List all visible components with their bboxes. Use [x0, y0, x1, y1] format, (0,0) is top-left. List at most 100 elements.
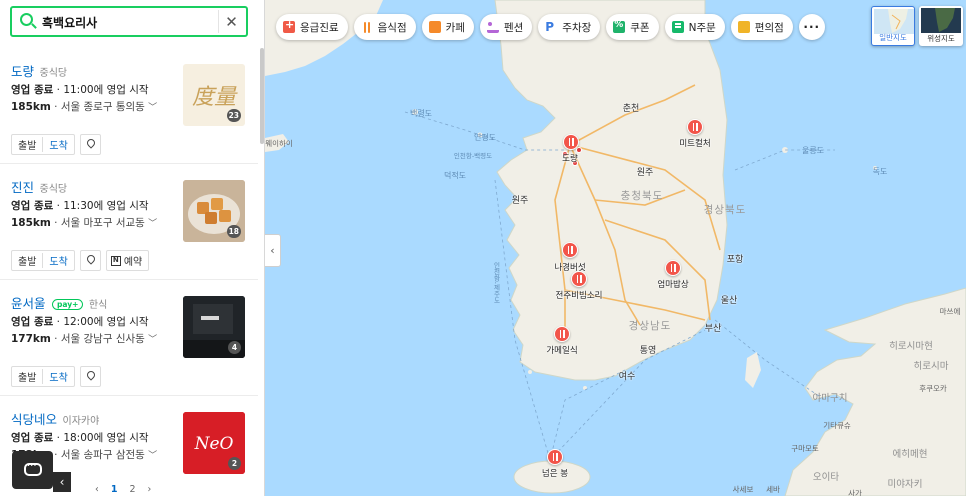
chip-pension[interactable]: 펜션 [479, 14, 533, 40]
convenience-store-icon [737, 21, 750, 33]
page-2[interactable]: 2 [129, 484, 135, 495]
chevron-down-icon: ﹀ [148, 219, 158, 229]
panel-collapse-button[interactable]: ‹ [265, 234, 281, 267]
map-label-saga: 사가 [848, 489, 862, 496]
page-1[interactable]: 1 [111, 484, 118, 495]
map-label-oita: 오이타 [812, 472, 840, 483]
search-box: ✕ [10, 6, 248, 37]
chat-collapse-button[interactable]: ‹ [53, 472, 71, 492]
more-chips-button[interactable]: ··· [798, 14, 825, 40]
map-pin-jeju[interactable] [547, 449, 563, 465]
map-type-normal-button[interactable]: 일반지도 [871, 6, 915, 46]
search-input[interactable] [42, 12, 212, 32]
arrive-button[interactable]: 도착 [43, 137, 73, 152]
map-label-pohang: 포항 [726, 255, 744, 265]
more-icon: ··· [803, 20, 821, 34]
map-label-ehime: 에히메현 [892, 449, 928, 460]
chevron-left-icon: ‹ [59, 475, 65, 489]
photo-count-badge: 23 [226, 109, 241, 122]
depart-button[interactable]: 출발 [12, 137, 44, 152]
map-label-dokdo: 독도 [872, 167, 888, 176]
pension-icon [486, 21, 499, 33]
chevron-down-icon: ﹀ [148, 103, 158, 113]
clear-search-button[interactable]: ✕ [218, 10, 244, 33]
map-pin-label: 넘은 봉 [541, 469, 569, 479]
prev-page-button[interactable]: ‹ [95, 484, 99, 495]
map-label-chungbuk: 충청북도 [620, 190, 664, 202]
map-label-kumamoto: 구마모토 [791, 444, 819, 453]
chevron-down-icon: ﹀ [148, 451, 158, 461]
result-photo[interactable]: 18 [183, 180, 245, 242]
map-label-weihai: 웨이하이 [265, 139, 293, 148]
result-name[interactable]: 진진 [11, 180, 34, 195]
location-button[interactable] [79, 250, 101, 271]
map-label-ulsan: 울산 [720, 296, 738, 306]
pagination: ‹ 1 2 › [95, 484, 151, 495]
result-hours: 영업 종료 · 12:00에 영업 시작 [11, 316, 149, 328]
doryang-logo-text: 度量 [192, 85, 238, 110]
map-pin-mom-table[interactable] [665, 260, 681, 276]
result-item[interactable]: 진진 중식당 영업 종료 · 11:30에 영업 시작 185km · 서울 마… [0, 164, 258, 280]
map-label-deokjeokdo: 덕적도 [443, 171, 467, 180]
map-label-sasebo: 사세보 [732, 485, 754, 494]
depart-button[interactable]: 출발 [12, 253, 44, 268]
result-name[interactable]: 윤서울 [11, 296, 46, 311]
coupon-icon [613, 20, 626, 33]
map-pin-icon [85, 253, 97, 265]
map-pin-icon [85, 137, 97, 149]
chip-cafe[interactable]: 카페 [421, 14, 474, 40]
map-canvas[interactable]: 백령도 연평도 인천항-백령도 덕적도 원주 인천항-제주도 울릉도 독도 웨이… [265, 0, 966, 496]
result-photo[interactable]: 度量 23 [183, 64, 245, 126]
normal-map-thumbnail [874, 9, 914, 34]
map-pin-jeonju[interactable] [571, 271, 587, 287]
result-address[interactable]: 185km · 서울 종로구 통의동 ﹀ [11, 99, 157, 114]
chip-convenience-store[interactable]: 편의점 [730, 14, 793, 40]
chat-bubble-icon [24, 461, 42, 476]
result-photo[interactable]: NeO 2 [183, 412, 245, 474]
arrive-button[interactable]: 도착 [43, 369, 73, 384]
depart-button[interactable]: 출발 [12, 369, 44, 384]
chip-parking[interactable]: P 주차장 [538, 14, 601, 40]
chip-coupon[interactable]: 쿠폰 [606, 14, 659, 40]
map-pin-label: 전주비빔소리 [555, 291, 603, 301]
close-icon: ✕ [225, 12, 238, 31]
arrive-button[interactable]: 도착 [43, 253, 73, 268]
result-category: 중식당 [39, 68, 68, 79]
route-buttons: 출발 도착 [11, 366, 75, 387]
result-address[interactable]: 177km · 서울 강남구 신사동 ﹀ [11, 331, 157, 346]
location-button[interactable] [79, 366, 101, 387]
map-label-ferry-incheon-baengnyeong: 인천항-백령도 [453, 152, 493, 160]
map-label-hiroshima: 히로시마 [913, 361, 949, 372]
chevron-down-icon: ﹀ [148, 335, 158, 345]
result-address[interactable]: 185km · 서울 마포구 서교동 ﹀ [11, 215, 157, 230]
map-type-satellite-button[interactable]: 위성지도 [919, 6, 963, 46]
chat-button[interactable] [12, 451, 53, 489]
category-chips: 응급진료 음식점 카페 펜션 P주차장 쿠폰 N주문 편의점 ··· [276, 14, 825, 40]
reserve-button[interactable]: N 예약 [105, 250, 150, 271]
search-icon [20, 13, 33, 26]
chip-restaurant[interactable]: 음식점 [353, 14, 416, 40]
n-order-icon [671, 21, 684, 33]
result-name[interactable]: 식당네오 [11, 412, 57, 427]
satellite-map-thumbnail [921, 8, 961, 33]
location-button[interactable] [79, 134, 101, 155]
list-scrollbar[interactable] [260, 48, 264, 144]
neo-logo-text: NeO [194, 434, 234, 454]
map-label-fukuoka: 후쿠오카 [919, 384, 947, 393]
map-label-baengnyeongdo: 백령도 [409, 109, 433, 118]
result-item[interactable]: 윤서울 pay+ 한식 영업 종료 · 12:00에 영업 시작 177km ·… [0, 280, 258, 396]
map-pin-kamei[interactable] [554, 326, 570, 342]
chip-n-order[interactable]: N주문 [664, 14, 725, 40]
map-label-yeosu: 여수 [618, 372, 636, 382]
result-item[interactable]: 도량 중식당 영업 종료 · 11:00에 영업 시작 185km · 서울 종… [0, 48, 258, 164]
chip-emergency[interactable]: 응급진료 [276, 14, 348, 40]
cafe-icon [428, 21, 441, 33]
map-pin-meatculture[interactable] [687, 119, 703, 135]
next-page-button[interactable]: › [147, 484, 151, 495]
result-name[interactable]: 도량 [11, 64, 34, 79]
map-pin-nagyeong[interactable] [562, 242, 578, 258]
result-photo[interactable]: 4 [183, 296, 245, 358]
map-pin-label: 엄마밥상 [657, 280, 689, 290]
map-label-matsue: 마쓰에 [939, 307, 961, 316]
emergency-icon [283, 18, 295, 33]
